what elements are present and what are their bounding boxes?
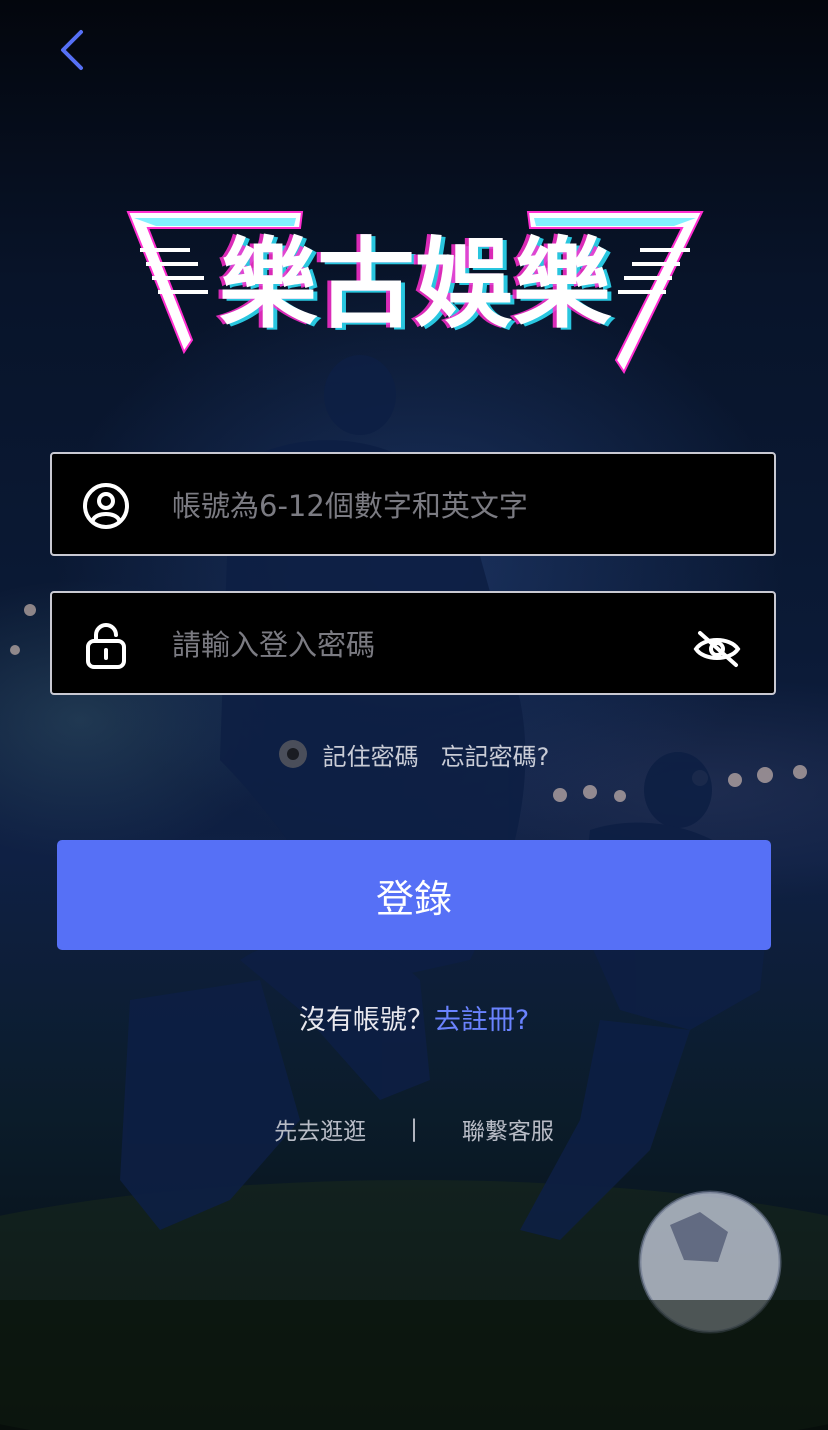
username-input[interactable] [170,478,674,534]
password-field[interactable] [50,591,776,695]
logo-text-main: 樂古娛樂 [219,228,612,342]
lock-icon [86,623,126,669]
brand-logo: 樂古娛樂 樂古娛樂 樂古娛樂 [120,200,710,380]
back-button[interactable] [50,26,94,74]
register-link[interactable]: 去註冊? [434,1005,529,1036]
eye-off-icon[interactable] [692,629,742,669]
contact-support-link[interactable]: 聯繫客服 [462,1112,554,1146]
footer-links: 先去逛逛 | 聯繫客服 [0,1112,828,1146]
footer-separator: | [410,1116,418,1142]
password-input[interactable] [170,617,674,673]
username-field[interactable] [50,452,776,556]
logo-text: 樂古娛樂 樂古娛樂 樂古娛樂 [215,228,616,344]
chevron-left-icon [61,30,83,70]
register-prompt: 沒有帳號？去註冊? [0,998,828,1037]
browse-link[interactable]: 先去逛逛 [274,1112,366,1146]
remember-radio[interactable] [278,740,307,768]
remember-password-label[interactable]: 記住密碼 [323,737,419,772]
login-button[interactable]: 登錄 [57,840,771,950]
forgot-password-link[interactable]: 忘記密碼? [441,737,550,772]
login-options: 記住密碼 忘記密碼? [0,732,828,776]
user-circle-icon [83,483,129,529]
register-prompt-text: 沒有帳號？ [298,1005,434,1036]
